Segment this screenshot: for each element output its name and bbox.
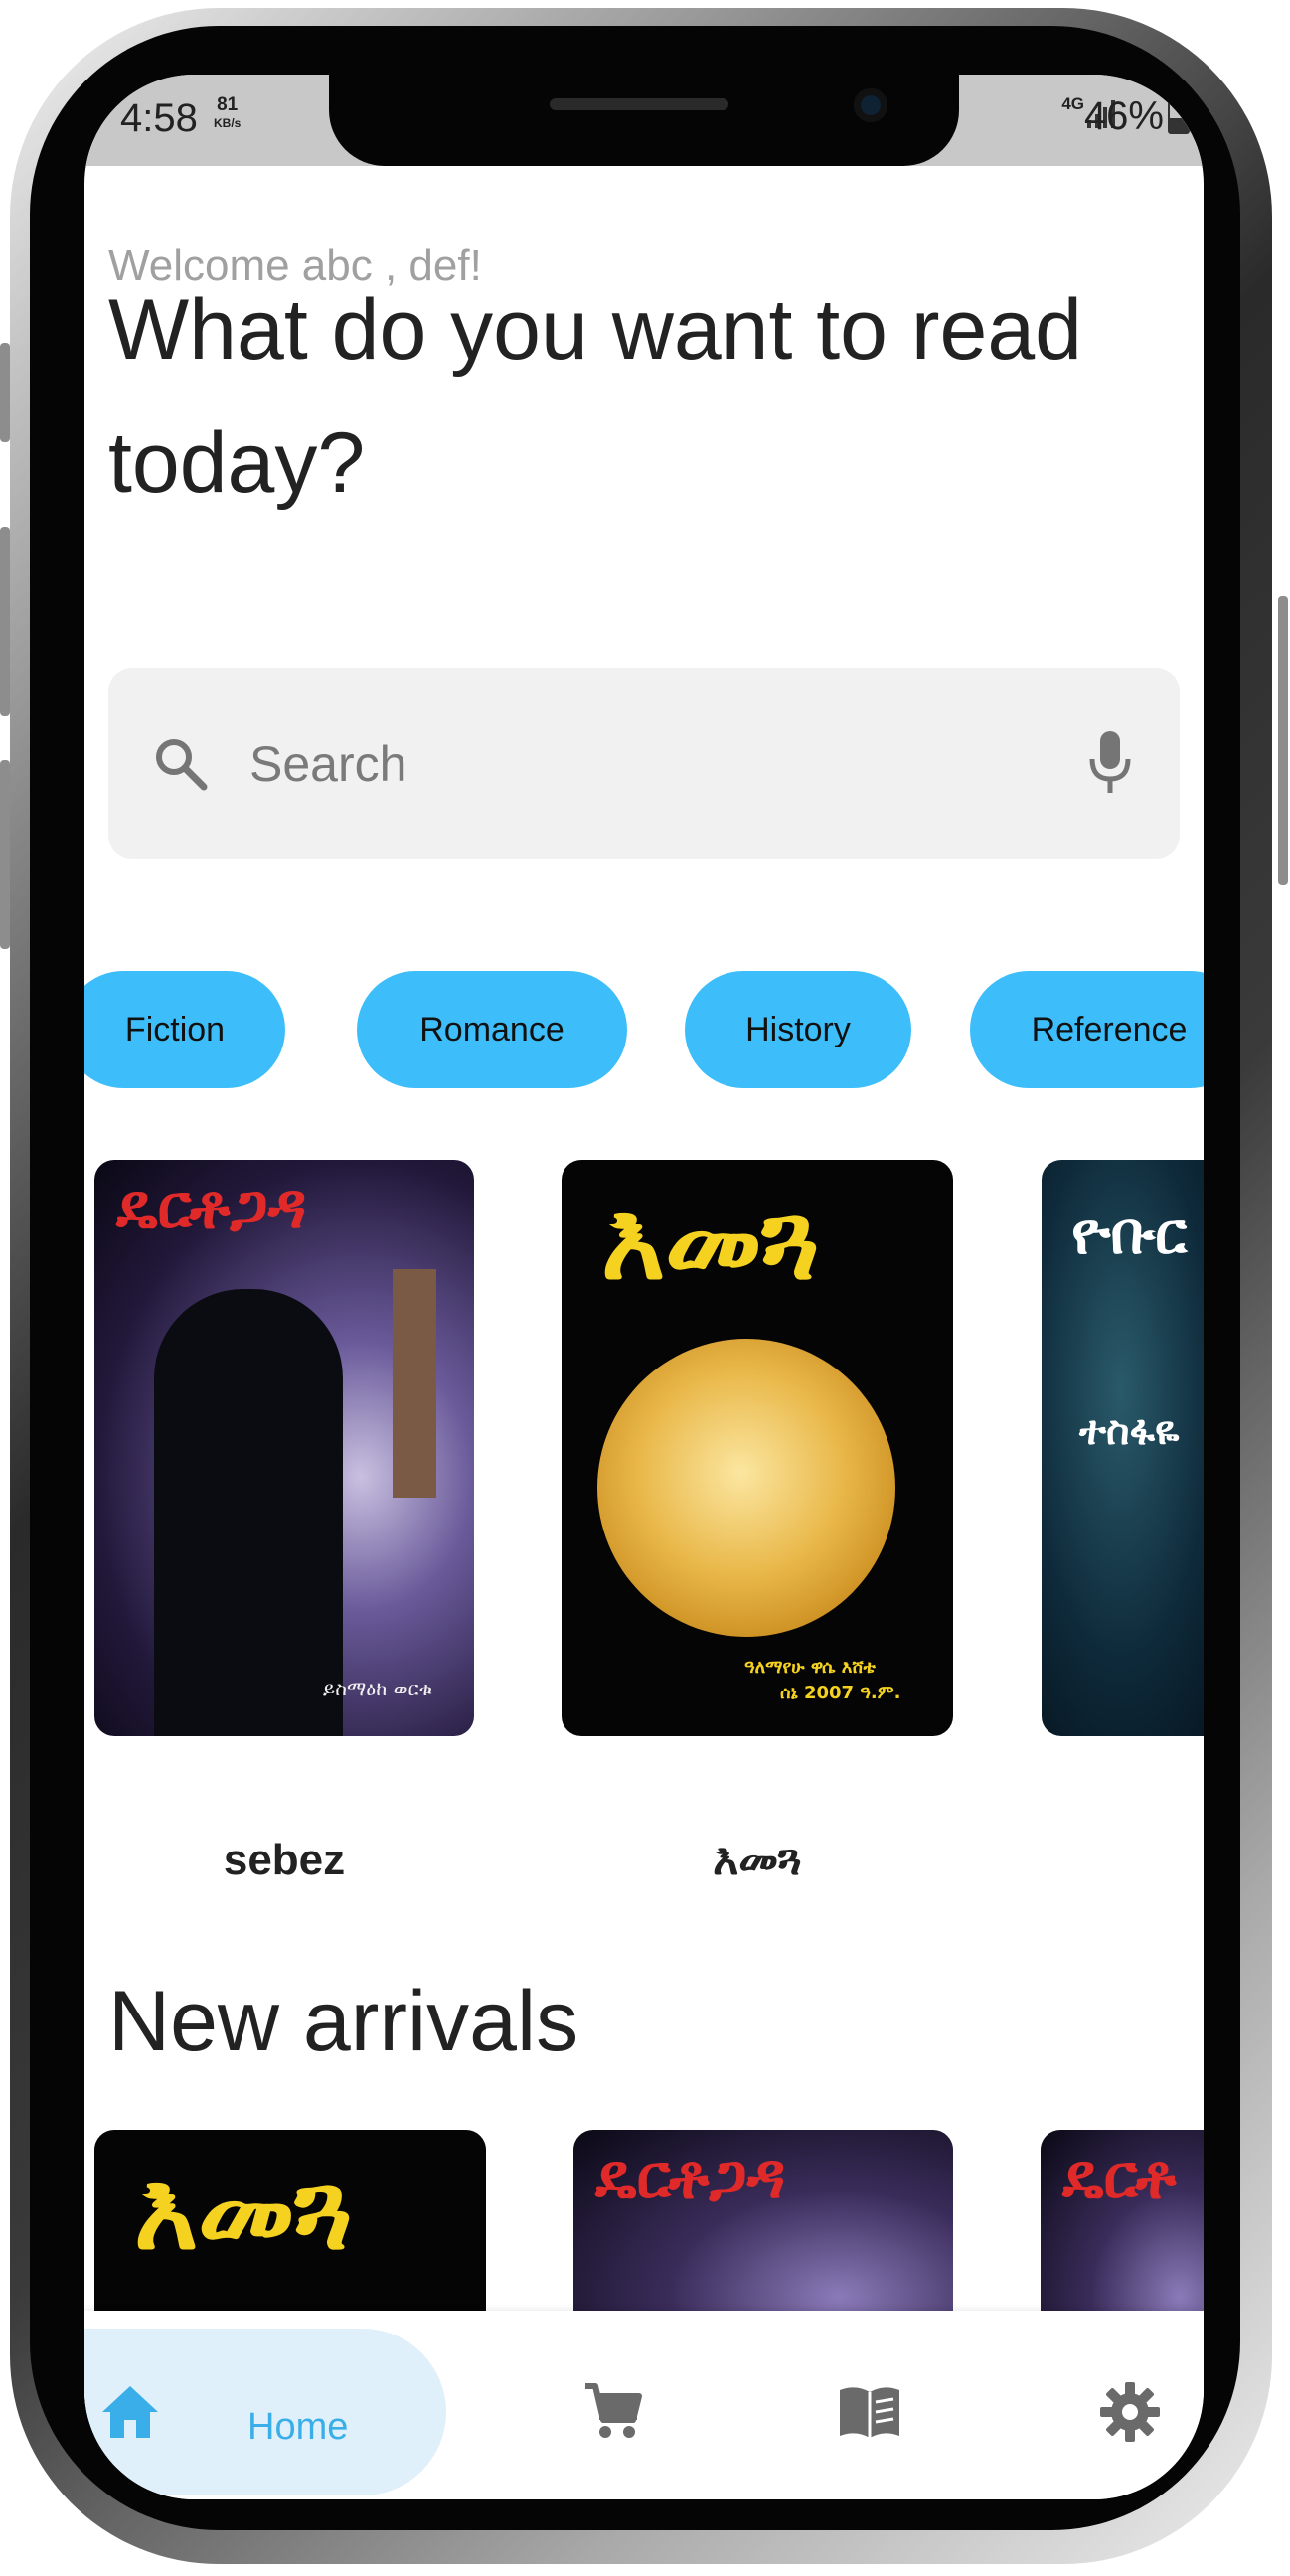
category-chips: Fiction Romance History Reference [84,971,1204,1088]
net-speed: 81 KB/s [214,94,242,132]
new-arrivals-heading: New arrivals [108,1974,579,2069]
phone-side-button [0,760,10,949]
page-title: What do you want to read today? [108,282,1083,511]
book-cover-title: እመጓ [601,1180,820,1304]
book-cover-title: እመጓ [134,2150,353,2274]
nav-home-label: Home [247,2406,349,2448]
book-cover-author: ተስፋዬ [1079,1408,1180,1454]
search-icon[interactable] [150,733,210,793]
book-card-emegua[interactable]: እመጓ ዓለማየሁ ዋሴ እሸቴ ሰኔ 2007 ዓ.ም. [562,1160,953,1736]
search-bar[interactable] [108,668,1180,859]
display-notch [329,75,959,166]
phone-side-button [0,527,10,716]
microphone-icon[interactable] [1086,729,1134,797]
book-open-icon[interactable] [838,2380,901,2444]
book-cover-title: ዮቡር [1071,1200,1188,1267]
book-title-label: እመጓ [713,1836,802,1884]
book-cover-figure [154,1289,343,1736]
gear-icon[interactable] [1098,2380,1162,2444]
book-card-third[interactable]: ዮቡር ተስፋዬ [1042,1160,1204,1736]
book-cover-title: ዴርቶ [1062,2140,1177,2212]
bottom-navigation: Home [84,2311,1204,2499]
status-time: 4:58 [120,96,198,140]
net-speed-value: 81 [217,94,239,115]
cart-icon[interactable] [581,2380,645,2444]
book-title-label: sebez [223,1836,346,1884]
book-cover-date: ሰኔ 2007 ዓ.ም. [780,1683,901,1703]
status-bar: 4:58 81 KB/s 4G 46% [84,75,1204,166]
home-icon [102,2386,158,2438]
front-camera [854,88,887,122]
book-card-dertogada[interactable]: ዴርቶጋዳ ይስማዕከ ወርቁ [94,1160,474,1736]
category-chip-romance[interactable]: Romance [357,971,627,1088]
book-cover-author: ዓለማየሁ ዋሴ እሸቴ [744,1657,876,1678]
network-type: 4G [1061,94,1084,113]
battery-icon [1168,100,1190,134]
book-cover-compass [597,1339,895,1637]
search-input[interactable] [247,722,1007,807]
battery-percent: 46% [1083,94,1164,138]
book-cover-title: ዴርቶጋዳ [116,1170,307,1242]
net-speed-unit: KB/s [214,116,242,130]
category-chip-history[interactable]: History [685,971,911,1088]
book-cover-title: ዴርቶጋዳ [595,2140,786,2212]
nav-home-button[interactable]: Home [84,2329,446,2496]
category-chip-reference[interactable]: Reference [970,971,1204,1088]
book-cover-author: ይስማዕከ ወርቁ [323,1677,433,1700]
phone-side-button [0,343,10,442]
earpiece-speaker [550,98,728,110]
book-cover-tower [393,1269,436,1498]
phone-side-button [1278,596,1288,885]
category-chip-fiction[interactable]: Fiction [84,971,285,1088]
app-screen: 4:58 81 KB/s 4G 46% Welcome abc , def! W… [84,75,1204,2499]
